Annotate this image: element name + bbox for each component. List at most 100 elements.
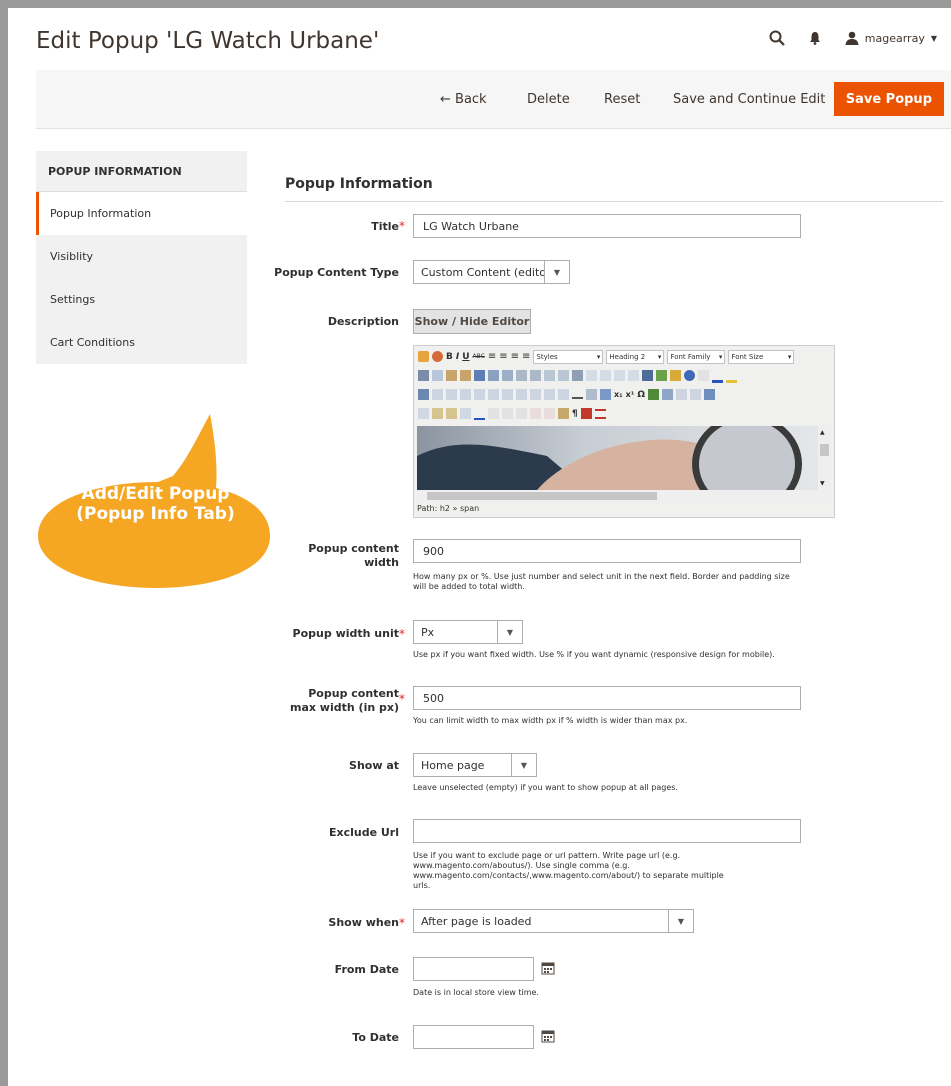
remove-format-icon[interactable]: [586, 389, 597, 400]
insert-layer-icon[interactable]: [418, 408, 429, 419]
editor-vertical-scrollbar[interactable]: ▲ ▼: [818, 426, 831, 490]
delete-button[interactable]: Delete: [527, 70, 570, 128]
cut-icon[interactable]: [418, 370, 429, 381]
content-width-input[interactable]: 900: [413, 539, 801, 563]
cell-props-icon[interactable]: [446, 389, 457, 400]
unlink-icon[interactable]: [628, 370, 639, 381]
insert-col-after-icon[interactable]: [516, 389, 527, 400]
paste-word-icon[interactable]: [474, 370, 485, 381]
special-char-icon[interactable]: Ω: [637, 390, 645, 400]
find-icon[interactable]: [488, 370, 499, 381]
media-icon[interactable]: [648, 389, 659, 400]
replace-icon[interactable]: [502, 370, 513, 381]
insert-row-after-icon[interactable]: [474, 389, 485, 400]
rtl-icon[interactable]: [690, 389, 701, 400]
user-menu[interactable]: magearray ▼: [845, 31, 937, 45]
link-icon[interactable]: [614, 370, 625, 381]
show-when-select[interactable]: After page is loaded ▼: [413, 909, 694, 933]
to-date-input[interactable]: [413, 1025, 534, 1049]
ltr-icon[interactable]: [676, 389, 687, 400]
save-popup-button[interactable]: Save Popup: [833, 82, 944, 116]
visual-aid-icon[interactable]: [600, 389, 611, 400]
cite-icon[interactable]: [488, 408, 499, 419]
pilcrow-icon[interactable]: ¶: [572, 409, 578, 419]
bullet-list-icon[interactable]: [516, 370, 527, 381]
move-forward-icon[interactable]: [432, 408, 443, 419]
del-icon[interactable]: [530, 408, 541, 419]
absolute-icon[interactable]: [460, 408, 471, 419]
tab-popup-information[interactable]: Popup Information: [36, 192, 247, 235]
background-color-icon[interactable]: [726, 369, 737, 383]
merge-cells-icon[interactable]: [558, 389, 569, 400]
align-center-icon[interactable]: ≡: [499, 351, 507, 362]
table-icon[interactable]: [418, 389, 429, 400]
indent-icon[interactable]: [558, 370, 569, 381]
text-color-icon[interactable]: [712, 369, 723, 383]
outdent-icon[interactable]: [544, 370, 555, 381]
move-backward-icon[interactable]: [446, 408, 457, 419]
font-family-select[interactable]: Font Family ▾: [667, 349, 726, 364]
undo-icon[interactable]: [586, 370, 597, 381]
redo-icon[interactable]: [600, 370, 611, 381]
superscript-icon[interactable]: x¹: [626, 390, 635, 399]
anchor-icon[interactable]: [642, 370, 653, 381]
calendar-icon[interactable]: [541, 1029, 555, 1043]
ins-icon[interactable]: [544, 408, 555, 419]
row-props-icon[interactable]: [432, 389, 443, 400]
insert-col-before-icon[interactable]: [502, 389, 513, 400]
nonbreaking-icon[interactable]: [662, 389, 673, 400]
back-button[interactable]: ← Back: [440, 70, 487, 128]
split-cells-icon[interactable]: [544, 389, 555, 400]
tab-visibility[interactable]: Visiblity: [36, 235, 247, 278]
title-input[interactable]: LG Watch Urbane: [413, 214, 801, 238]
content-type-select[interactable]: Custom Content (editor) ▼: [413, 260, 570, 284]
style-props-icon[interactable]: [474, 407, 485, 420]
strikethrough-icon[interactable]: ABC: [473, 353, 485, 360]
paste-text-icon[interactable]: [460, 370, 471, 381]
font-size-select[interactable]: Font Size ▾: [728, 349, 795, 364]
calendar-icon[interactable]: [541, 961, 555, 975]
blockquote-icon[interactable]: [572, 370, 583, 381]
toolbar-insert-icon[interactable]: [418, 351, 429, 362]
show-hide-editor-button[interactable]: Show / Hide Editor: [413, 309, 531, 334]
align-right-icon[interactable]: ≡: [511, 351, 519, 362]
copy-icon[interactable]: [432, 370, 443, 381]
italic-icon[interactable]: I: [456, 352, 459, 362]
horizontal-rule-icon[interactable]: [572, 391, 583, 399]
editor-content-image[interactable]: [417, 426, 831, 490]
align-justify-icon[interactable]: ≡: [522, 351, 530, 362]
delete-col-icon[interactable]: [530, 389, 541, 400]
styles-select[interactable]: Styles ▾: [533, 349, 604, 364]
bell-icon[interactable]: [809, 31, 821, 45]
from-date-input[interactable]: [413, 957, 534, 981]
heading-select[interactable]: Heading 2 ▾: [606, 349, 665, 364]
abbr-icon[interactable]: [502, 408, 513, 419]
reset-button[interactable]: Reset: [604, 70, 640, 128]
show-at-select[interactable]: Home page ▼: [413, 753, 537, 777]
save-and-continue-button[interactable]: Save and Continue Edit: [673, 70, 825, 128]
tab-settings[interactable]: Settings: [36, 278, 247, 321]
insert-row-before-icon[interactable]: [460, 389, 471, 400]
paste-icon[interactable]: [446, 370, 457, 381]
exclude-url-input[interactable]: [413, 819, 801, 843]
image-icon[interactable]: [656, 370, 667, 381]
fullscreen-icon[interactable]: [704, 389, 715, 400]
attribs-icon[interactable]: [558, 408, 569, 419]
bold-icon[interactable]: B: [446, 352, 453, 362]
pagebreak-icon[interactable]: [594, 408, 606, 419]
max-width-input[interactable]: 500: [413, 686, 801, 710]
numbered-list-icon[interactable]: [530, 370, 541, 381]
editor-horizontal-scrollbar[interactable]: [417, 490, 831, 502]
cleanup-icon[interactable]: [670, 370, 681, 381]
delete-row-icon[interactable]: [488, 389, 499, 400]
template-icon[interactable]: [580, 408, 592, 419]
html-icon[interactable]: [698, 370, 709, 381]
toolbar-widget-icon[interactable]: [432, 351, 443, 362]
subscript-icon[interactable]: x₁: [614, 390, 623, 399]
align-left-icon[interactable]: ≡: [488, 351, 496, 362]
width-unit-select[interactable]: Px ▼: [413, 620, 523, 644]
search-icon[interactable]: [769, 30, 785, 46]
help-icon[interactable]: [684, 370, 695, 381]
underline-icon[interactable]: U: [462, 352, 469, 362]
acronym-icon[interactable]: [516, 408, 527, 419]
